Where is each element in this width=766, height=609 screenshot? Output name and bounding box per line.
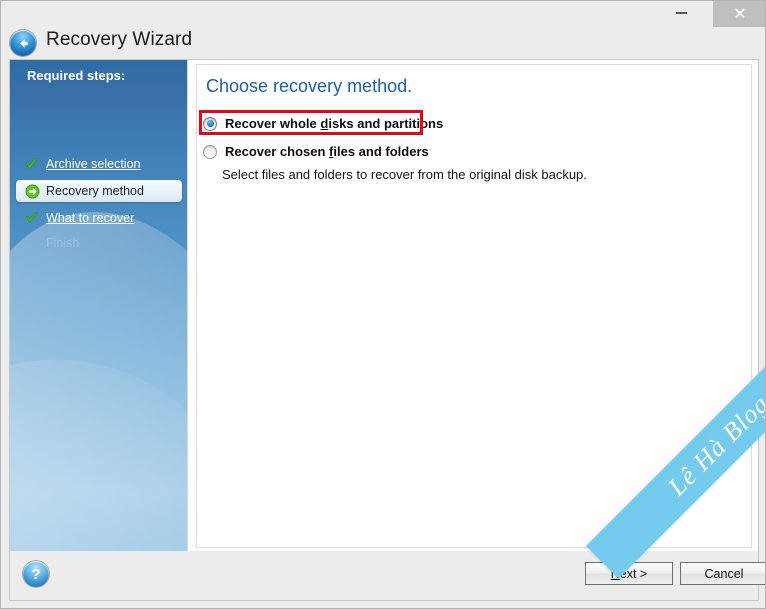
back-button[interactable] xyxy=(10,30,36,56)
page-title: Choose recovery method. xyxy=(206,76,412,97)
window-title: Recovery Wizard xyxy=(46,29,192,51)
content-inner-frame: Choose recovery method. Recover whole di… xyxy=(196,64,752,548)
green-check-icon xyxy=(21,157,43,171)
sidebar-step-label: What to recover xyxy=(46,211,134,225)
sidebar-decoration-swoosh-secondary xyxy=(10,337,187,551)
steps-sidebar: Required steps: Archive selection xyxy=(10,60,187,551)
radio-label-part-before: Recover whole xyxy=(225,116,320,131)
wizard-header: Recovery Wizard xyxy=(1,28,766,59)
sidebar-step-label: Archive selection xyxy=(46,157,141,171)
sidebar-step-archive-selection[interactable]: Archive selection xyxy=(16,153,182,175)
required-steps-heading: Required steps: xyxy=(27,68,125,83)
wizard-body: Required steps: Archive selection xyxy=(9,59,759,551)
sidebar-step-label: Recovery method xyxy=(46,184,144,198)
radio-indicator-selected[interactable] xyxy=(203,117,217,131)
minimize-icon xyxy=(676,12,687,14)
radio-label-part-after: iles and folders xyxy=(333,144,428,159)
next-button-label-rest: ext > xyxy=(620,567,647,581)
sidebar-step-what-to-recover[interactable]: What to recover xyxy=(16,207,182,229)
question-mark-icon: ? xyxy=(31,567,40,582)
radio-indicator-unselected[interactable] xyxy=(203,145,217,159)
radio-label-part-after: isks and partitions xyxy=(328,116,443,131)
sidebar-step-recovery-method[interactable]: Recovery method xyxy=(16,180,182,202)
radio-option-description: Select files and folders to recover from… xyxy=(222,167,587,182)
wizard-footer: ? Next > Cancel xyxy=(9,551,759,601)
sidebar-step-label: Finish xyxy=(46,236,79,250)
next-button-label: Next > xyxy=(611,567,647,581)
cancel-button[interactable]: Cancel xyxy=(680,562,766,585)
radio-option-label: Recover whole disks and partitions xyxy=(225,116,443,131)
help-button[interactable]: ? xyxy=(23,561,49,587)
close-icon: ✕ xyxy=(733,6,746,22)
back-arrow-icon xyxy=(16,36,31,51)
cancel-button-label: Cancel xyxy=(705,567,744,581)
radio-option-label: Recover chosen files and folders xyxy=(225,144,429,159)
radio-option-recover-chosen-files[interactable]: Recover chosen files and folders xyxy=(203,144,429,159)
next-button[interactable]: Next > xyxy=(585,562,673,585)
sidebar-step-finish: Finish xyxy=(16,232,182,254)
green-check-icon xyxy=(21,211,43,225)
content-panel: Choose recovery method. Recover whole di… xyxy=(187,60,758,551)
title-bar: ✕ xyxy=(1,1,766,28)
recovery-wizard-window: ✕ Recovery Wizard Required steps: xyxy=(0,0,766,609)
next-button-accelerator: N xyxy=(611,567,620,581)
radio-option-recover-whole-disks[interactable]: Recover whole disks and partitions xyxy=(203,116,443,131)
radio-label-part-before: Recover chosen xyxy=(225,144,329,159)
close-button[interactable]: ✕ xyxy=(713,1,766,27)
minimize-button[interactable] xyxy=(659,2,704,24)
green-arrow-icon xyxy=(21,184,43,199)
